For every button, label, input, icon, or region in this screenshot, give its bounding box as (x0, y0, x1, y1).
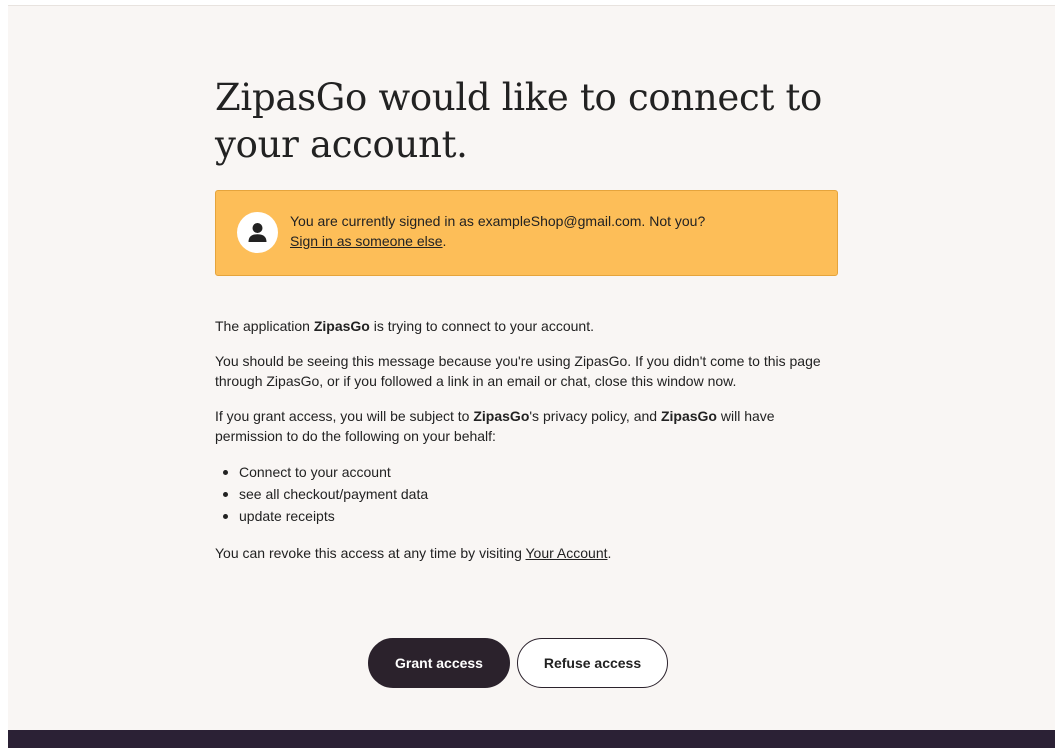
notice-message: You are currently signed in as exampleSh… (290, 211, 820, 251)
revoke-paragraph: You can revoke this access at any time b… (215, 543, 825, 563)
notice-text: You are currently signed in as exampleSh… (290, 213, 706, 229)
app-name: ZipasGo (473, 408, 530, 424)
switch-account-link[interactable]: Sign in as someone else (290, 233, 443, 249)
consent-body: The application ZipasGo is trying to con… (215, 316, 838, 563)
consent-panel: ZipasGo would like to connect to your ac… (215, 74, 838, 578)
notice-link-suffix: . (442, 233, 447, 249)
revoke-suffix: . (607, 545, 612, 561)
revoke-prefix: You can revoke this access at any time b… (215, 545, 526, 561)
user-icon (237, 212, 278, 253)
app-name: ZipasGo (313, 318, 370, 334)
intro-suffix: is trying to connect to your account. (369, 318, 594, 334)
page-title: ZipasGo would like to connect to your ac… (215, 76, 823, 166)
list-item: Connect to your account (215, 461, 838, 483)
page-container: ZipasGo would like to connect to your ac… (8, 5, 1055, 730)
list-item: update receipts (215, 505, 838, 527)
grant-paragraph: If you grant access, you will be subject… (215, 406, 825, 446)
your-account-link[interactable]: Your Account (526, 545, 608, 561)
app-name: ZipasGo (660, 408, 717, 424)
signed-in-notice: You are currently signed in as exampleSh… (215, 190, 838, 276)
action-buttons: Grant access Refuse access (368, 638, 668, 688)
permission-list: Connect to your account see all checkout… (215, 461, 838, 527)
warning-paragraph: You should be seeing this message becaus… (215, 353, 821, 389)
refuse-access-button[interactable]: Refuse access (517, 638, 668, 688)
list-item: see all checkout/payment data (215, 483, 838, 505)
intro-paragraph: The application ZipasGo is trying to con… (215, 316, 825, 336)
grant-access-button[interactable]: Grant access (368, 638, 510, 688)
grant-mid: 's privacy policy, and (529, 408, 661, 424)
intro-prefix: The application (215, 318, 314, 334)
footer-bar (8, 730, 1055, 748)
grant-prefix: If you grant access, you will be subject… (215, 408, 474, 424)
